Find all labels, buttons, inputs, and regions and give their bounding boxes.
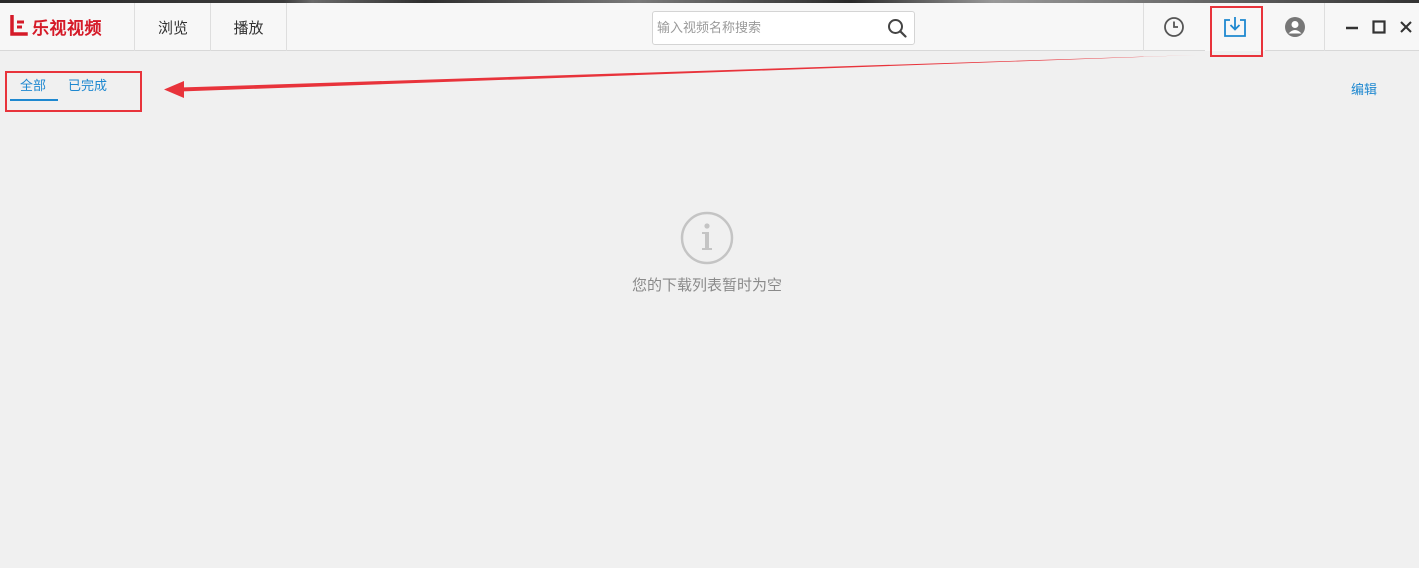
info-icon — [680, 211, 734, 265]
app-window: 乐视视频 浏览 播放 输入视频名称搜索 全部 已完成 编辑 您的下载列表暂时为空 — [0, 0, 1419, 568]
subtab-completed[interactable]: 已完成 — [68, 79, 107, 101]
user-icon — [1284, 17, 1305, 37]
download-button[interactable] — [1205, 3, 1265, 51]
minimize-button[interactable] — [1342, 17, 1362, 37]
maximize-icon — [1372, 20, 1386, 34]
app-logo[interactable]: 乐视视频 — [9, 13, 102, 39]
user-button[interactable] — [1265, 3, 1325, 51]
clock-icon — [1163, 17, 1184, 37]
close-icon — [1400, 21, 1412, 33]
app-logo-text: 乐视视频 — [32, 18, 102, 39]
search-box — [652, 11, 915, 45]
minimize-icon — [1346, 26, 1358, 30]
subtab-all[interactable]: 全部 — [20, 79, 46, 101]
empty-download-message: 您的下载列表暂时为空 — [631, 276, 782, 294]
tab-play[interactable]: 播放 — [210, 3, 287, 51]
edit-button[interactable]: 编辑 — [1351, 79, 1377, 98]
close-button[interactable] — [1396, 17, 1416, 37]
search-icon[interactable] — [887, 18, 907, 38]
search-input[interactable] — [657, 12, 881, 44]
download-icon — [1224, 17, 1246, 37]
tab-browse[interactable]: 浏览 — [134, 3, 211, 51]
history-button[interactable] — [1143, 3, 1203, 51]
active-tab-indicator — [10, 99, 58, 101]
letv-logo-icon — [10, 15, 28, 36]
maximize-button[interactable] — [1369, 17, 1389, 37]
title-bar: 乐视视频 浏览 播放 — [0, 3, 1419, 51]
